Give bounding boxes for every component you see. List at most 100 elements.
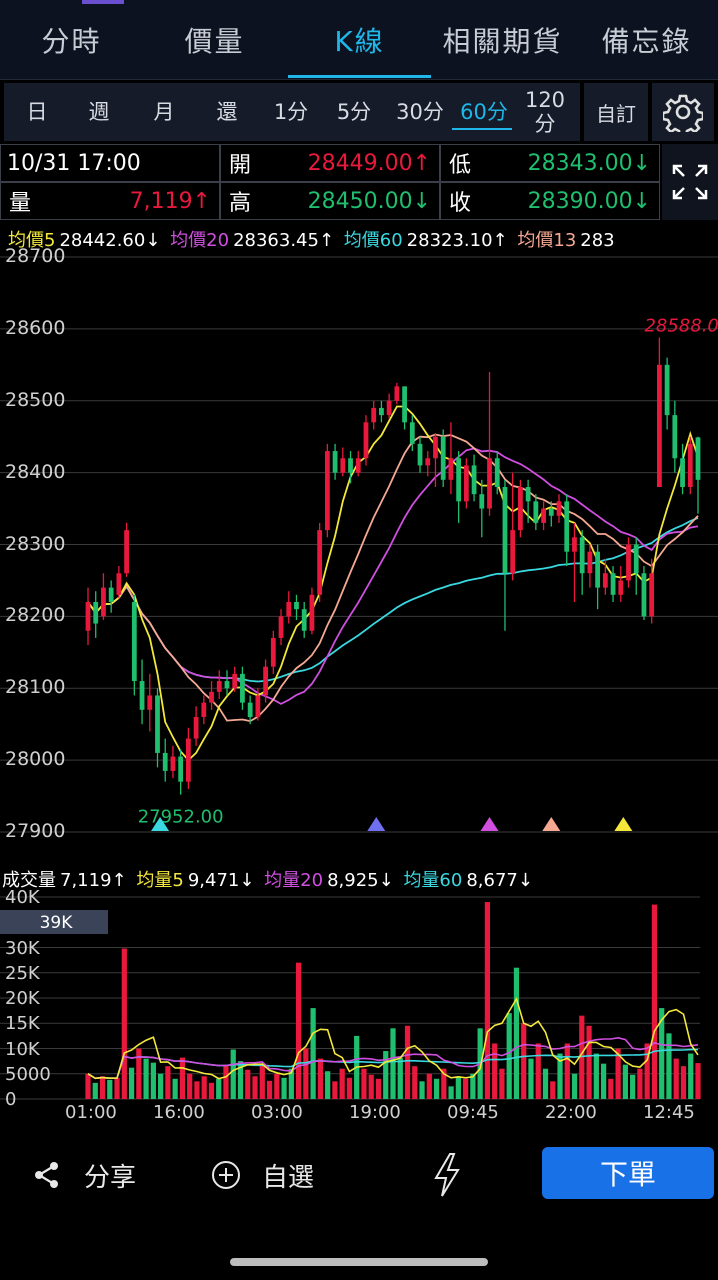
open-label: 開 bbox=[229, 153, 252, 178]
volume-tick-label: 25K bbox=[5, 962, 40, 984]
candle-body bbox=[178, 756, 184, 782]
candle-body bbox=[471, 465, 477, 495]
candle-body bbox=[309, 594, 315, 631]
candle bbox=[155, 688, 160, 768]
volume-bar bbox=[535, 1043, 541, 1099]
candle-body bbox=[487, 458, 492, 509]
quote-datetime-cell: 10/31 17:00 bbox=[0, 144, 220, 182]
candle bbox=[240, 666, 245, 710]
candle-body bbox=[216, 681, 222, 692]
lightning-icon bbox=[434, 1153, 460, 1197]
tab-kline[interactable]: K線 bbox=[288, 0, 431, 80]
candle bbox=[185, 727, 191, 789]
tab-memo[interactable]: 備忘錄 bbox=[575, 0, 718, 80]
candle bbox=[440, 429, 446, 487]
volume-bar bbox=[375, 1078, 382, 1099]
volume-bar bbox=[673, 1058, 679, 1099]
candle-body bbox=[626, 544, 631, 581]
candle-body bbox=[379, 407, 384, 416]
quote-high-cell: 高 28450.00↓ bbox=[220, 182, 440, 220]
volume-bar bbox=[208, 1082, 215, 1099]
candle bbox=[340, 447, 346, 477]
candle-body bbox=[348, 458, 353, 473]
volume-bar bbox=[128, 1067, 135, 1099]
volume-bar bbox=[107, 1079, 113, 1099]
period-restore[interactable]: 還 bbox=[202, 83, 252, 141]
candle bbox=[695, 436, 701, 514]
volume-bar bbox=[383, 1051, 389, 1099]
period-week[interactable]: 週 bbox=[74, 83, 124, 141]
candle bbox=[664, 357, 670, 430]
high-label: 高 bbox=[229, 191, 252, 216]
place-order-button[interactable]: 下單 bbox=[542, 1147, 714, 1199]
period-120min[interactable]: 120 分 bbox=[520, 83, 570, 141]
low-marker-label: 27952.00 bbox=[138, 807, 224, 828]
candle bbox=[518, 479, 523, 538]
candle bbox=[301, 602, 307, 638]
candle-body bbox=[124, 530, 130, 574]
period-30min[interactable]: 30分 bbox=[388, 83, 452, 141]
volume-bar bbox=[586, 1025, 592, 1099]
volume-chart[interactable]: 39K bbox=[0, 890, 718, 1105]
candle bbox=[564, 494, 570, 567]
period-60min[interactable]: 60分 bbox=[452, 83, 516, 141]
candle bbox=[93, 591, 99, 638]
volume-bar bbox=[143, 1058, 149, 1099]
price-tick-label: 28600 bbox=[5, 316, 66, 339]
low-label: 低 bbox=[449, 153, 472, 178]
tab-price-volume[interactable]: 價量 bbox=[143, 0, 286, 80]
candlestick-chart[interactable]: 28588.00 27952.00 bbox=[0, 240, 718, 840]
candle bbox=[201, 695, 207, 725]
volume-bar bbox=[521, 1023, 527, 1099]
candle-body bbox=[409, 422, 415, 444]
candle-body bbox=[525, 487, 531, 502]
candle bbox=[85, 587, 91, 646]
volume-bar bbox=[426, 1073, 432, 1099]
period-5min[interactable]: 5分 bbox=[329, 83, 379, 141]
price-tick-label: 28300 bbox=[5, 532, 66, 555]
volume-bar bbox=[179, 1057, 186, 1099]
volume-bar bbox=[455, 1076, 461, 1099]
period-1min[interactable]: 1分 bbox=[266, 83, 316, 141]
fullscreen-button[interactable] bbox=[662, 144, 718, 220]
lightning-button[interactable] bbox=[432, 1140, 462, 1210]
settings-button[interactable] bbox=[652, 83, 714, 141]
period-month[interactable]: 月 bbox=[139, 83, 189, 141]
close-value: 28390.00↓ bbox=[527, 188, 651, 214]
candle-body bbox=[448, 458, 454, 480]
candle bbox=[170, 745, 176, 779]
time-tick-label: 12:45 bbox=[643, 1102, 695, 1123]
candle bbox=[324, 443, 330, 538]
volume-bar bbox=[295, 962, 302, 1099]
candle bbox=[332, 443, 338, 480]
volume-bar bbox=[404, 1025, 411, 1099]
candle bbox=[355, 451, 361, 477]
volume-bar bbox=[150, 1062, 156, 1099]
candle bbox=[108, 580, 114, 613]
candle-body bbox=[402, 386, 407, 423]
volume-bar bbox=[593, 1053, 599, 1099]
candle bbox=[317, 522, 323, 602]
volume-bar bbox=[600, 1063, 607, 1099]
candle-body bbox=[108, 587, 114, 602]
volume-tick-label: 30K bbox=[5, 937, 40, 959]
watchlist-label: 自選 bbox=[262, 1162, 315, 1193]
tab-related-futures[interactable]: 相關期貨 bbox=[431, 0, 574, 80]
tab-intraday[interactable]: 分時 bbox=[0, 0, 143, 80]
share-button[interactable]: 分享 bbox=[32, 1140, 136, 1210]
custom-period-button[interactable]: 自訂 bbox=[584, 83, 648, 141]
watchlist-button[interactable]: 自選 bbox=[210, 1140, 314, 1210]
candle-body bbox=[456, 458, 462, 502]
candle bbox=[456, 451, 462, 523]
quote-volume-cell: 量 7,119↑ bbox=[0, 182, 220, 220]
volume-bar bbox=[99, 1076, 106, 1099]
candle-body bbox=[209, 691, 214, 703]
candle-body bbox=[587, 551, 593, 574]
candle bbox=[139, 659, 145, 725]
volume-bar bbox=[666, 1033, 672, 1099]
candle bbox=[656, 337, 662, 487]
volume-bar bbox=[121, 948, 127, 1099]
period-day[interactable]: 日 bbox=[12, 83, 62, 141]
volume-tick-label: 20K bbox=[5, 988, 40, 1009]
volume-value: 7,119↑ bbox=[129, 188, 211, 214]
